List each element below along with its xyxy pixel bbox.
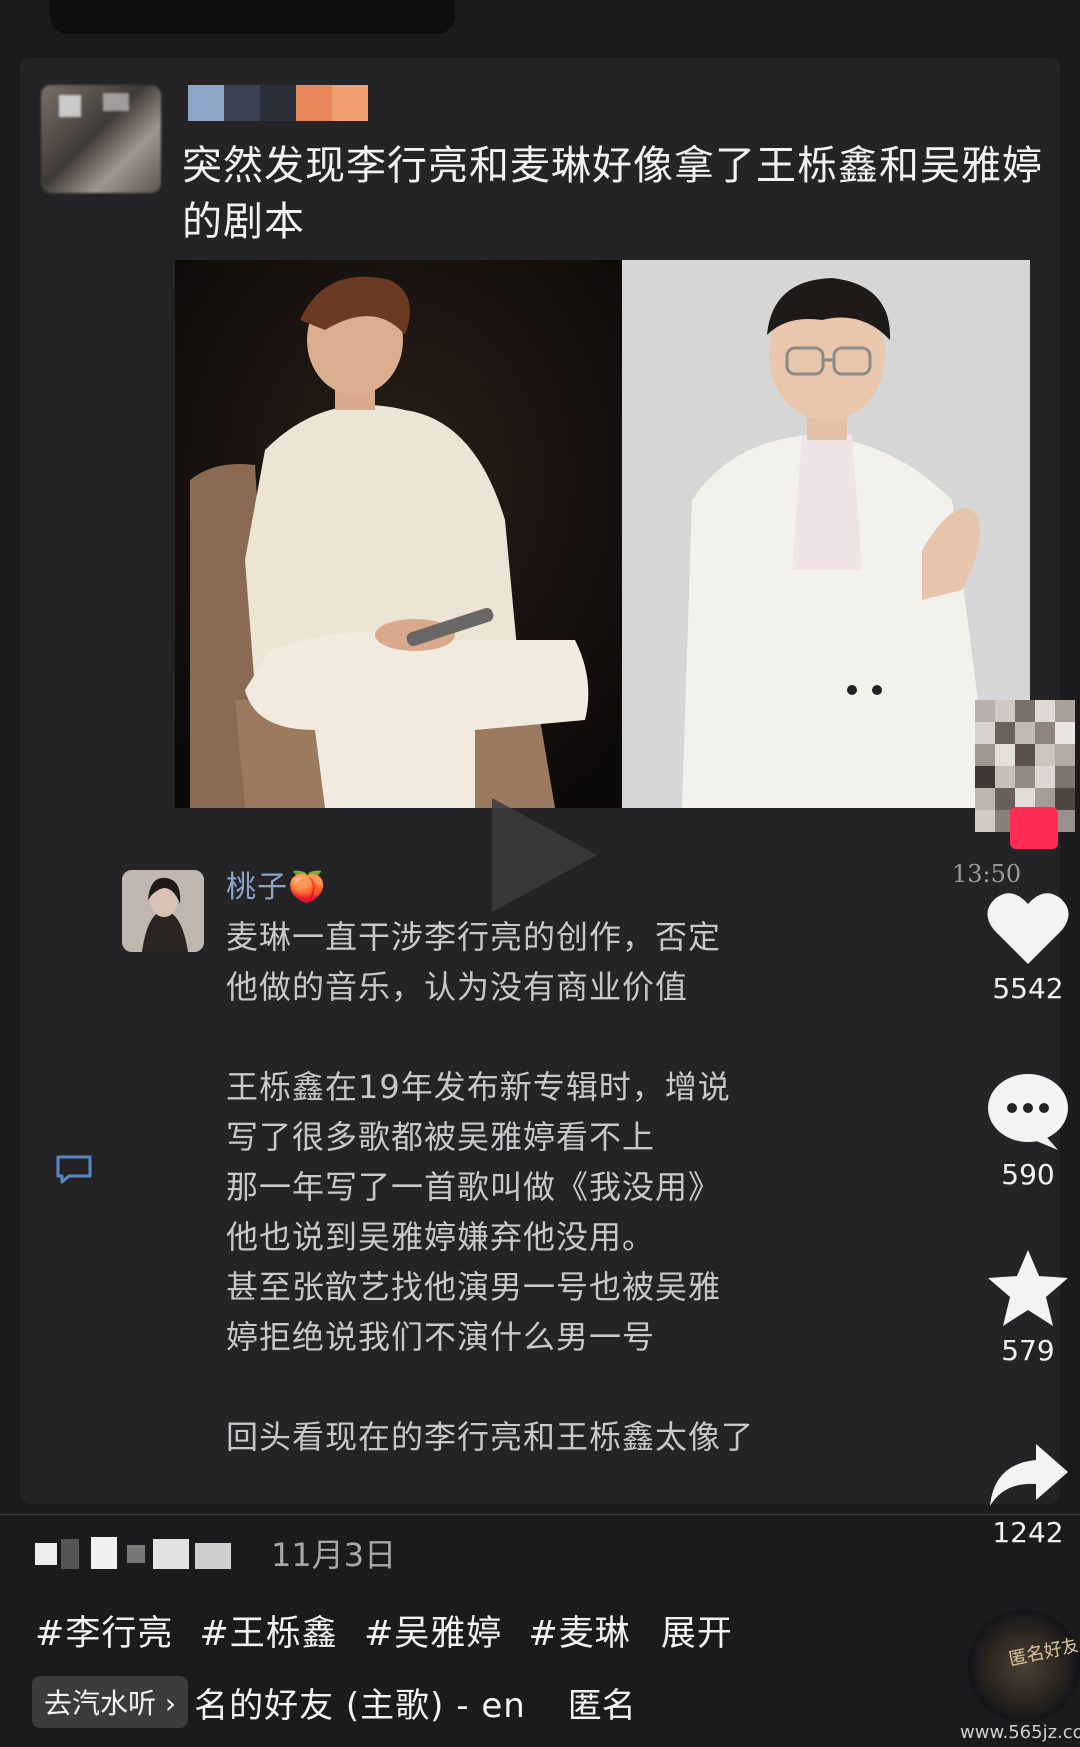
star-icon [988, 1250, 1068, 1326]
music-bar: 去汽水听 › 名的好友 (主歌) - en 匿名 [32, 1674, 636, 1730]
commenter-portrait [122, 870, 204, 952]
commenter-avatar[interactable] [122, 870, 204, 952]
comment-text: 麦琳一直干涉李行亮的创作，否定 他做的音乐，认为没有商业价值 王栎鑫在19年发布… [226, 918, 755, 1456]
comment-count: 590 [1001, 1158, 1055, 1191]
hashtag-mai-lin[interactable]: #麦琳 [528, 1614, 630, 1654]
like-button[interactable]: 5542 [973, 890, 1080, 1005]
red-badge-icon [1010, 807, 1058, 849]
hashtag-li-xingliang[interactable]: #李行亮 [35, 1614, 173, 1654]
like-count: 5542 [992, 972, 1064, 1005]
heart-icon [987, 893, 1069, 964]
music-title[interactable]: 名的好友 (主歌) - en [194, 1678, 526, 1727]
person-standing-illustration [622, 260, 1030, 808]
poster-avatar[interactable] [41, 85, 161, 193]
favorite-button[interactable]: 579 [973, 1248, 1080, 1367]
disc-label: 匿名好友 [1006, 1634, 1080, 1671]
hashtag-wang-lixin[interactable]: #王栎鑫 [199, 1614, 337, 1654]
share-button[interactable]: 1242 [973, 1440, 1080, 1549]
post-title: 突然发现李行亮和麦琳好像拿了王栎鑫和吴雅婷的剧本 [182, 143, 1043, 245]
comment-bubble-icon [988, 1074, 1068, 1150]
expand-link[interactable]: 展开 [661, 1614, 733, 1654]
chat-bubble-icon[interactable] [55, 1154, 93, 1184]
favorite-count: 579 [1001, 1334, 1055, 1367]
video-timecode: 13:50 [952, 860, 1022, 888]
status-bar-pill [50, 0, 455, 34]
music-artist[interactable]: 匿名 [568, 1678, 636, 1727]
person-seated-illustration [175, 260, 622, 808]
play-icon[interactable] [492, 798, 597, 912]
listen-in-qishui-button[interactable]: 去汽水听 › [32, 1676, 189, 1728]
post-date: 11月3日 [271, 1536, 397, 1574]
poster-name-redacted [188, 85, 368, 121]
share-count: 1242 [992, 1516, 1064, 1549]
hashtag-wu-yating[interactable]: #吴雅婷 [364, 1614, 502, 1654]
author-name-redacted[interactable] [35, 1533, 235, 1573]
video-thumbnail-right[interactable] [622, 260, 1030, 808]
hashtag-row: #李行亮 #王栎鑫 #吴雅婷 #麦琳 展开 [35, 1605, 747, 1656]
watermark: www.565jz.com [960, 1722, 1080, 1743]
commenter-name[interactable]: 桃子🍑 [226, 862, 326, 906]
comment-button[interactable]: 590 [973, 1070, 1080, 1191]
post-meta-row: 11月3日 [35, 1533, 397, 1574]
share-arrow-icon [990, 1444, 1068, 1506]
music-disc-icon[interactable]: 匿名好友 [968, 1610, 1080, 1722]
divider [0, 1514, 1080, 1515]
app-screen: 突然发现李行亮和麦琳好像拿了王栎鑫和吴雅婷的剧本 13:50 桃子🍑 麦琳一直干… [0, 0, 1080, 1747]
video-thumbnail-left[interactable] [175, 260, 622, 808]
